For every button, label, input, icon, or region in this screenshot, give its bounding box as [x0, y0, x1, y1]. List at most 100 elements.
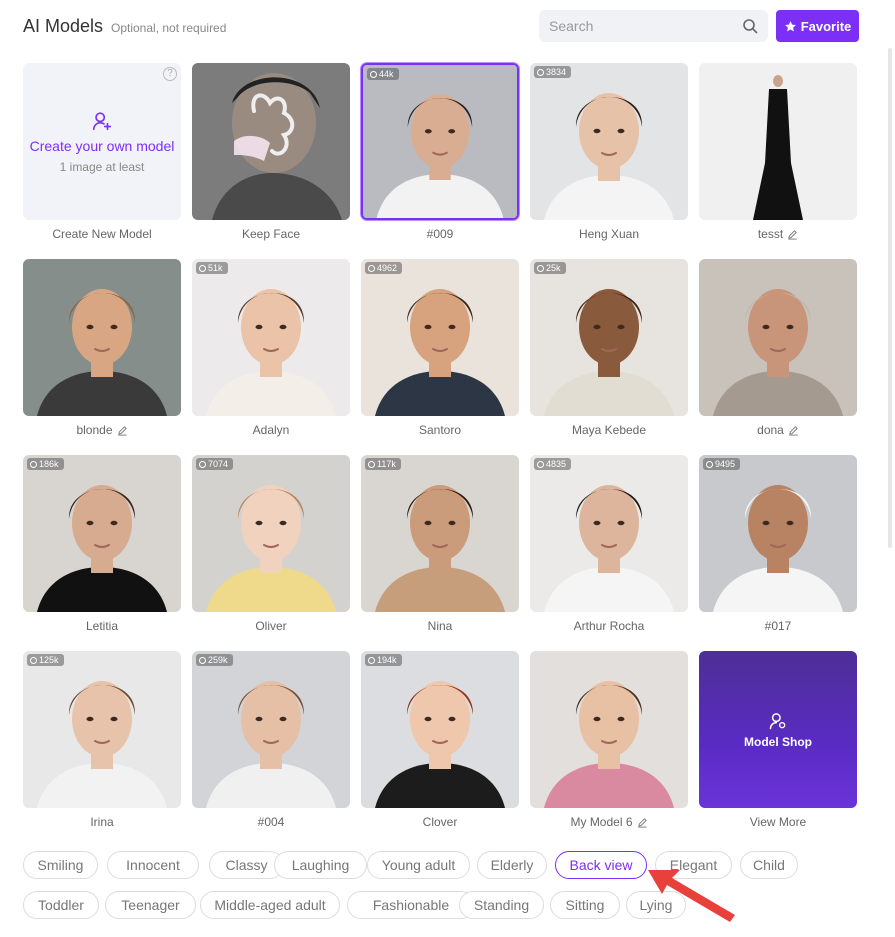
model-shop-card[interactable]: Model Shop View More — [699, 651, 857, 831]
tag-back-view[interactable]: Back view — [555, 851, 647, 879]
model-card[interactable]: 4835 Arthur Rocha — [530, 455, 688, 635]
model-name: #017 — [764, 619, 792, 633]
tag-elderly[interactable]: Elderly — [477, 851, 547, 879]
tag-innocent[interactable]: Innocent — [107, 851, 199, 879]
usage-icon — [706, 460, 713, 468]
model-caption: #004 — [192, 815, 350, 829]
model-thumbnail[interactable]: 3834 — [530, 63, 688, 220]
tag-smiling[interactable]: Smiling — [23, 851, 98, 879]
model-name: #004 — [257, 815, 285, 829]
model-caption: Letitia — [23, 619, 181, 633]
model-thumbnail[interactable]: 44k — [361, 63, 519, 220]
model-card[interactable]: 44k #009 — [361, 63, 519, 243]
usage-icon — [199, 460, 206, 468]
view-more-link[interactable]: View More — [750, 815, 806, 829]
model-card[interactable]: 4962 Santoro — [361, 259, 519, 439]
model-thumbnail[interactable] — [699, 63, 857, 220]
tag-classy[interactable]: Classy — [209, 851, 284, 879]
model-name: Arthur Rocha — [573, 619, 645, 633]
model-caption: Nina — [361, 619, 519, 633]
usage-icon — [368, 264, 375, 272]
model-thumbnail[interactable] — [23, 259, 181, 416]
model-card[interactable]: Keep Face — [192, 63, 350, 243]
usage-count: 125k — [39, 655, 59, 665]
model-card[interactable]: 125k Irina — [23, 651, 181, 831]
tag-standing[interactable]: Standing — [459, 891, 544, 919]
model-card[interactable]: 9495 #017 — [699, 455, 857, 635]
model-name: Keep Face — [241, 227, 301, 241]
search-input[interactable] — [539, 10, 729, 42]
edit-icon[interactable] — [117, 425, 128, 436]
usage-count: 117k — [377, 459, 396, 469]
edit-icon[interactable] — [787, 229, 798, 240]
model-card[interactable]: 51k Adalyn — [192, 259, 350, 439]
usage-count: 4835 — [546, 459, 567, 469]
model-thumbnail[interactable]: 186k — [23, 455, 181, 612]
model-caption: #017 — [699, 619, 857, 633]
usage-icon — [368, 460, 375, 468]
model-name: My Model 6 — [570, 815, 633, 829]
tag-teenager[interactable]: Teenager — [105, 891, 196, 919]
tag-middle-aged-adult[interactable]: Middle-aged adult — [200, 891, 340, 919]
model-caption: Irina — [23, 815, 181, 829]
help-icon[interactable]: ? — [163, 67, 177, 81]
model-thumbnail[interactable] — [699, 259, 857, 416]
favorite-button[interactable]: Favorite — [776, 10, 859, 42]
tag-elegant[interactable]: Elegant — [655, 851, 732, 879]
edit-icon[interactable] — [637, 817, 648, 828]
scrollbar[interactable] — [888, 48, 892, 548]
model-thumbnail[interactable] — [192, 63, 350, 220]
model-thumbnail[interactable]: 51k — [192, 259, 350, 416]
model-thumbnail[interactable]: 194k — [361, 651, 519, 808]
model-thumbnail[interactable] — [530, 651, 688, 808]
star-icon — [784, 20, 796, 31]
usage-icon — [199, 264, 206, 272]
usage-count-badge: 117k — [365, 458, 401, 470]
model-card[interactable]: 3834 Heng Xuan — [530, 63, 688, 243]
model-card[interactable]: 186k Letitia — [23, 455, 181, 635]
model-thumbnail[interactable]: 125k — [23, 651, 181, 808]
usage-count: 9495 — [715, 459, 736, 469]
model-name: tesst — [757, 227, 784, 241]
shop-user-icon — [769, 712, 786, 729]
usage-icon — [30, 656, 37, 664]
model-shop-tile[interactable]: Model Shop — [699, 651, 857, 808]
search-icon[interactable] — [742, 18, 758, 34]
usage-count: 3834 — [546, 67, 567, 77]
model-card[interactable]: blonde — [23, 259, 181, 439]
model-thumbnail[interactable]: 7074 — [192, 455, 350, 612]
tag-toddler[interactable]: Toddler — [23, 891, 99, 919]
model-thumbnail[interactable]: 25k — [530, 259, 688, 416]
model-thumbnail[interactable]: 4962 — [361, 259, 519, 416]
usage-count: 25k — [546, 263, 561, 273]
model-name: Santoro — [418, 423, 462, 437]
create-model-card[interactable]: ? Create your own model 1 image at least… — [23, 63, 181, 243]
model-thumbnail[interactable]: 9495 — [699, 455, 857, 612]
model-caption: Oliver — [192, 619, 350, 633]
model-caption: tesst — [699, 227, 857, 241]
model-card[interactable]: 259k #004 — [192, 651, 350, 831]
create-model-tile[interactable]: ? Create your own model 1 image at least — [23, 63, 181, 220]
tag-young-adult[interactable]: Young adult — [367, 851, 470, 879]
tag-laughing[interactable]: Laughing — [274, 851, 367, 879]
usage-icon — [199, 656, 206, 664]
tag-sitting[interactable]: Sitting — [550, 891, 620, 919]
model-card[interactable]: 7074 Oliver — [192, 455, 350, 635]
tag-lying[interactable]: Lying — [626, 891, 686, 919]
model-thumbnail[interactable]: 259k — [192, 651, 350, 808]
model-card[interactable]: 194k Clover — [361, 651, 519, 831]
edit-icon[interactable] — [788, 425, 799, 436]
tag-child[interactable]: Child — [740, 851, 798, 879]
search-box[interactable] — [539, 10, 768, 42]
tag-fashionable[interactable]: Fashionable — [347, 891, 475, 919]
model-card[interactable]: My Model 6 — [530, 651, 688, 831]
model-card[interactable]: dona — [699, 259, 857, 439]
model-thumbnail[interactable]: 117k — [361, 455, 519, 612]
model-card[interactable]: 117k Nina — [361, 455, 519, 635]
model-thumbnail[interactable]: 4835 — [530, 455, 688, 612]
model-card[interactable]: 25k Maya Kebede — [530, 259, 688, 439]
model-card[interactable]: tesst — [699, 63, 857, 243]
model-name: dona — [757, 423, 784, 437]
model-caption: Adalyn — [192, 423, 350, 437]
model-caption: Keep Face — [192, 227, 350, 241]
